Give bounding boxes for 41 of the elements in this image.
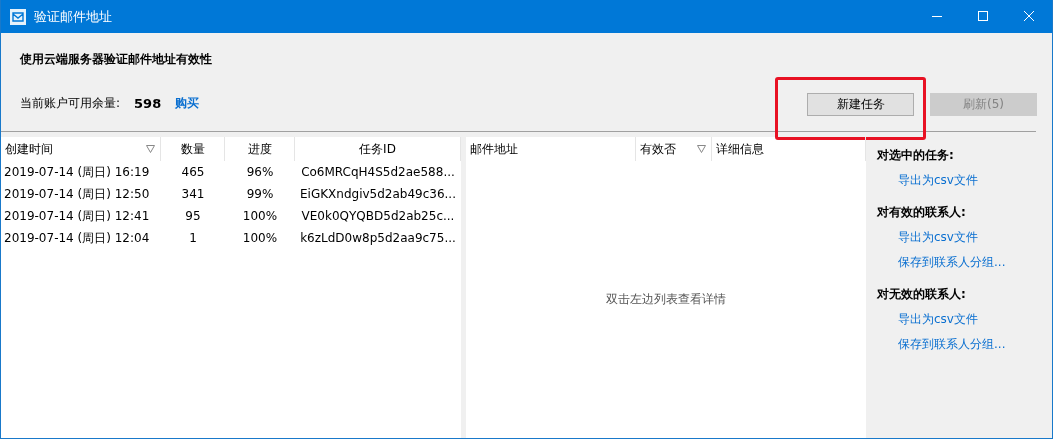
- column-header[interactable]: 有效否: [636, 137, 712, 161]
- table-cell-text: 2019-07-14 (周日) 16:19: [3, 163, 151, 181]
- table-cell-text: 99%: [245, 187, 275, 201]
- table-cell-text: EiGKXndgiv5d2ab49c36...: [299, 187, 457, 201]
- column-header[interactable]: 任务ID: [295, 137, 461, 161]
- table-cell-text: 95: [184, 209, 202, 223]
- filter-icon[interactable]: [697, 145, 706, 153]
- table-cell-text: VE0k0QYQBD5d2ab25c...: [300, 209, 456, 223]
- balance-value: 598: [134, 96, 162, 111]
- table-cell-text: k6zLdD0w8p5d2aa9c75...: [299, 231, 457, 245]
- table-cell-text: 100%: [241, 231, 279, 245]
- new-task-button[interactable]: 新建任务: [807, 93, 914, 116]
- action-link[interactable]: 导出为csv文件: [898, 229, 1052, 246]
- action-link[interactable]: 保存到联系人分组...: [898, 254, 1052, 271]
- column-header[interactable]: 邮件地址: [466, 137, 636, 161]
- balance-label: 当前账户可用余量:: [20, 95, 121, 112]
- table-cell-text: 2019-07-14 (周日) 12:50: [3, 185, 151, 203]
- window-title: 验证邮件地址: [34, 7, 112, 26]
- action-link[interactable]: 保存到联系人分组...: [898, 336, 1052, 353]
- table-cell-text: 96%: [245, 165, 275, 179]
- section-title: 对有效的联系人:: [877, 204, 967, 221]
- mail-icon: [10, 8, 26, 25]
- section-title: 对选中的任务:: [877, 147, 955, 164]
- table-cell-text: 465: [180, 165, 206, 179]
- table-cell-text: 341: [180, 187, 206, 201]
- table-cell-text: 2019-07-14 (周日) 12:04: [3, 229, 151, 247]
- action-link[interactable]: 导出为csv文件: [898, 311, 1052, 328]
- column-header[interactable]: 数量: [161, 137, 225, 161]
- column-header[interactable]: 进度: [225, 137, 295, 161]
- table-cell-text: 2019-07-14 (周日) 12:41: [3, 207, 151, 225]
- section-title: 对无效的联系人:: [877, 286, 967, 303]
- table-cell-text: Co6MRCqH4S5d2ae588...: [300, 165, 456, 179]
- table-cell-text: 100%: [241, 209, 279, 223]
- empty-message: 双击左边列表查看详情: [606, 291, 726, 308]
- table-cell-text: 1: [188, 231, 198, 245]
- buy-link[interactable]: 购买: [175, 95, 200, 112]
- column-header[interactable]: 创建时间: [1, 137, 161, 161]
- heading: 使用云端服务器验证邮件地址有效性: [20, 51, 212, 68]
- filter-icon[interactable]: [146, 145, 155, 153]
- action-link[interactable]: 导出为csv文件: [898, 172, 1052, 189]
- column-header[interactable]: 详细信息: [712, 137, 866, 161]
